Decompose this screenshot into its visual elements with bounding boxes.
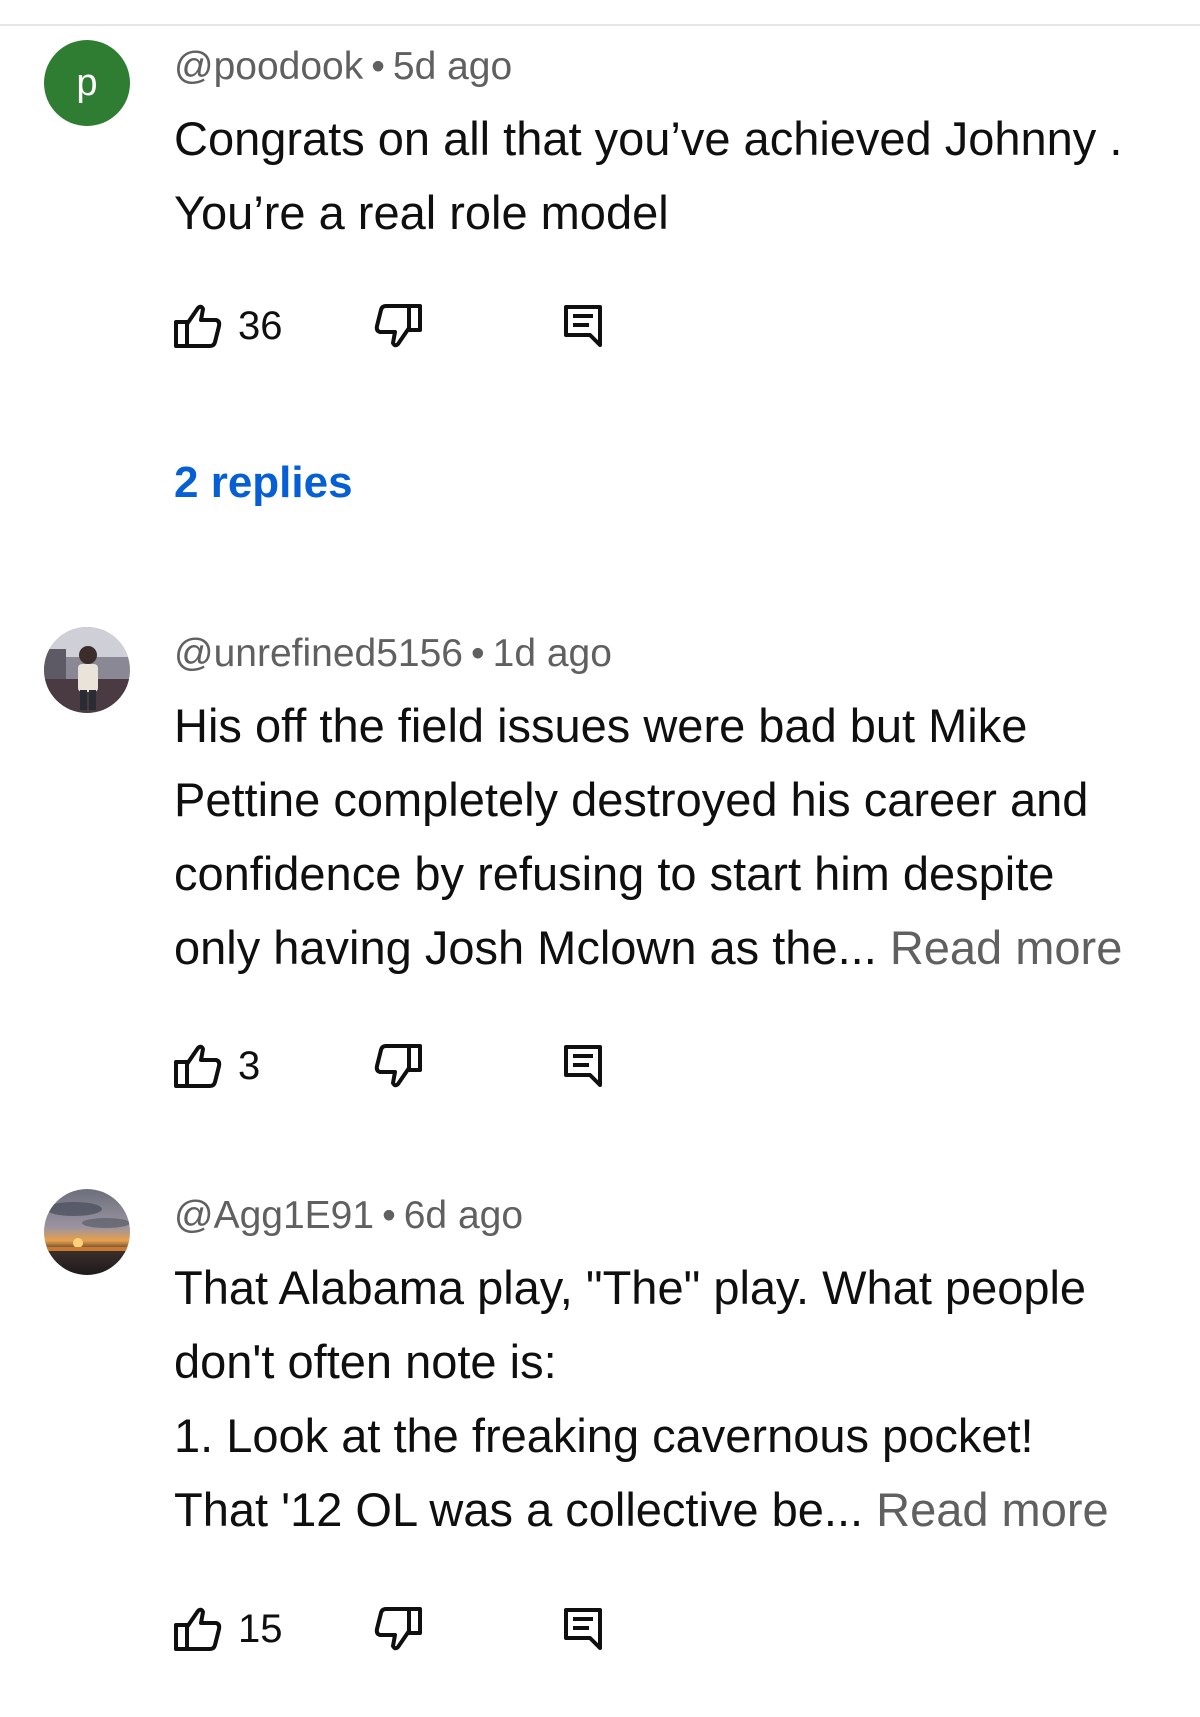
comment-line: confidence by refusing to start him desp… [174, 847, 1055, 900]
reply-button[interactable] [562, 1036, 604, 1096]
read-more-link[interactable]: Read more [876, 1483, 1109, 1536]
thumbs-down-icon [372, 1604, 424, 1654]
comment-meta: @poodook • 5d ago [174, 42, 512, 92]
reply-comment-icon [562, 1043, 604, 1089]
like-button[interactable]: 3 [172, 1036, 260, 1096]
thumbs-up-icon [172, 1604, 224, 1654]
reply-comment-icon [562, 1606, 604, 1652]
author-handle[interactable]: @Agg1E91 [174, 1194, 374, 1237]
comment-time: 5d ago [392, 45, 513, 88]
avatar[interactable]: p [44, 40, 130, 126]
comment-line: only having Josh Mclown as the... [174, 921, 877, 974]
meta-separator: • [470, 632, 485, 675]
reply-button[interactable] [562, 296, 604, 356]
comment-line: You’re a real role model [174, 186, 669, 239]
comment-line: Congrats on all that you’ve achieved Joh… [174, 112, 1123, 165]
thumbs-down-icon [372, 1041, 424, 1091]
comment-line: His off the field issues were bad but Mi… [174, 699, 1028, 752]
comment-line-last: That '12 OL was a collective be... Read … [174, 1473, 1184, 1547]
comment-time: 1d ago [492, 632, 612, 675]
dislike-button[interactable] [372, 296, 424, 356]
top-divider [0, 24, 1200, 26]
comment-line: 1. Look at the freaking cavernous pocket… [174, 1409, 1034, 1462]
reply-button[interactable] [562, 1599, 604, 1659]
comment-time: 6d ago [403, 1194, 524, 1237]
like-button[interactable]: 36 [172, 296, 283, 356]
comment-text: Congrats on all that you’ve achieved Joh… [174, 102, 1184, 250]
comment-line: Pettine completely destroyed his career … [174, 773, 1089, 826]
read-more-link[interactable]: Read more [890, 921, 1123, 974]
like-count: 36 [238, 303, 283, 348]
like-button[interactable]: 15 [172, 1599, 283, 1659]
dislike-button[interactable] [372, 1599, 424, 1659]
sunset-photo-icon [44, 1189, 130, 1275]
avatar[interactable] [44, 627, 130, 713]
profile-photo-icon [44, 627, 130, 713]
comment-meta: @Agg1E91 • 6d ago [174, 1191, 523, 1241]
view-replies-link[interactable]: 2 replies [174, 458, 353, 508]
author-handle[interactable]: @poodook [174, 45, 363, 88]
like-count: 3 [238, 1043, 261, 1088]
like-count: 15 [238, 1606, 283, 1651]
comment-text: That Alabama play, "The" play. What peop… [174, 1251, 1184, 1547]
reply-comment-icon [562, 303, 604, 349]
dislike-button[interactable] [372, 1036, 424, 1096]
comment-line: That Alabama play, "The" play. What peop… [174, 1261, 1087, 1314]
author-handle[interactable]: @unrefined5156 [174, 632, 463, 675]
comment-text: His off the field issues were bad but Mi… [174, 689, 1184, 985]
comment-meta: @unrefined5156 • 1d ago [174, 629, 612, 679]
comment-line: That '12 OL was a collective be... [174, 1483, 864, 1536]
meta-separator: • [382, 1194, 396, 1237]
comment-line-last: only having Josh Mclown as the... Read m… [174, 911, 1184, 985]
comment-line: don't often note is: [174, 1335, 557, 1388]
meta-separator: • [371, 45, 385, 88]
thumbs-up-icon [172, 301, 224, 351]
thumbs-up-icon [172, 1041, 224, 1091]
comments-page: p @poodook • 5d ago Congrats on all that y… [0, 0, 1200, 1717]
thumbs-down-icon [372, 301, 424, 351]
avatar[interactable] [44, 1189, 130, 1275]
